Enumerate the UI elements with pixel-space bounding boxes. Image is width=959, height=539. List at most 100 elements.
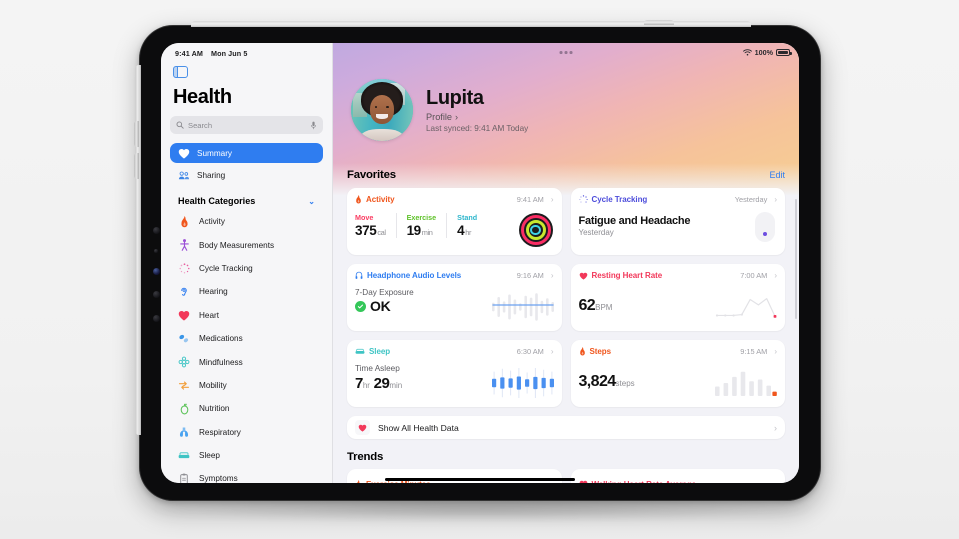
check-circle-icon <box>355 300 366 312</box>
sidebar-item-label-summary: Summary <box>197 148 233 158</box>
card-title-headphone-audio-levels: Headphone Audio Levels <box>367 271 462 280</box>
sidebar: 9:41 AM Mon Jun 5 Health Search Summary … <box>161 43 333 483</box>
show-all-label: Show All Health Data <box>378 422 459 433</box>
search-input[interactable]: Search <box>170 116 323 134</box>
sidebar-item-sleep[interactable]: Sleep <box>170 444 323 467</box>
scrollbar[interactable] <box>794 199 797 319</box>
steps-unit: steps <box>615 379 635 388</box>
card-time-cycle-tracking: Yesterday <box>734 195 768 204</box>
card-resting-heart-rate[interactable]: Resting Heart Rate 7:00 AM › 62BPM <box>570 264 785 331</box>
multitask-dots-icon[interactable] <box>559 51 573 54</box>
sidebar-item-nutrition[interactable]: Nutrition <box>170 397 323 420</box>
sidebar-item-respiratory[interactable]: Respiratory <box>170 421 323 444</box>
card-title-cycle-tracking: Cycle Tracking <box>591 195 648 204</box>
favorites-header: Favorites Edit <box>347 169 785 181</box>
content-scroll[interactable]: Favorites Edit Activity 9:41 AM › Move 3… <box>333 169 799 483</box>
camera-dot-2 <box>154 249 158 253</box>
main-pane: 100% Lupita Profile › Last synced: 9:41 … <box>333 43 799 483</box>
health-categories-list: Activity Body Measurements Cycle Tracking H… <box>170 210 323 483</box>
camera-dot-3 <box>153 291 160 298</box>
card-activity[interactable]: Activity 9:41 AM › Move 375cal Exercise … <box>347 188 562 255</box>
sidebar-item-medications[interactable]: Medications <box>170 327 323 350</box>
card-sleep[interactable]: Sleep 6:30 AM › Time Asleep 7hr 29min <box>347 340 562 407</box>
screenshot-root: 9:41 AM Mon Jun 5 Health Search Summary … <box>0 0 959 539</box>
metric-label-move: Move <box>355 213 374 222</box>
screen: 9:41 AM Mon Jun 5 Health Search Summary … <box>161 43 799 483</box>
heart-icon <box>355 420 370 435</box>
cycle-day-dot <box>763 232 767 236</box>
device-shadow <box>148 500 816 522</box>
sidebar-item-summary[interactable]: Summary <box>170 143 323 163</box>
favorites-grid: Activity 9:41 AM › Move 375cal Exercise … <box>347 188 785 407</box>
activity-rings <box>518 213 553 247</box>
steps-sparkline <box>715 371 777 396</box>
sleep-minutes-unit: min <box>389 381 403 390</box>
sidebar-category-label: Mindfulness <box>199 357 243 367</box>
wifi-icon <box>742 49 752 56</box>
metric-unit-move: cal <box>377 228 386 237</box>
microphone-icon[interactable] <box>310 121 317 130</box>
metric-exercise: Exercise 19min <box>407 213 448 238</box>
search-icon <box>176 121 184 129</box>
metric-label-stand: Stand <box>457 213 478 222</box>
people-icon <box>178 169 190 181</box>
card-time-headphone: 9:16 AM <box>516 271 544 280</box>
card-cycle-tracking[interactable]: Cycle Tracking Yesterday › Fatigue and H… <box>570 188 785 255</box>
home-indicator[interactable] <box>385 477 575 481</box>
flame-icon <box>355 479 362 483</box>
sidebar-item-body-measurements[interactable]: Body Measurements <box>170 233 323 256</box>
sidebar-item-activity[interactable]: Activity <box>170 210 323 233</box>
profile-section[interactable]: Lupita Profile › Last synced: 9:41 AM To… <box>351 79 528 141</box>
card-walking-heart-rate-average[interactable]: Walking Heart Rate Average › <box>570 469 785 483</box>
card-title-resting-heart-rate: Resting Heart Rate <box>591 271 663 280</box>
show-all-health-data-button[interactable]: Show All Health Data › <box>347 416 785 439</box>
power-button[interactable] <box>644 20 674 25</box>
volume-down-button[interactable] <box>134 153 139 179</box>
cycle-icon <box>578 195 588 204</box>
metric-value-exercise: 19 <box>406 223 422 238</box>
sidebar-category-label: Hearing <box>199 287 228 297</box>
edit-button[interactable]: Edit <box>769 170 785 180</box>
sidebar-category-label: Nutrition <box>199 404 230 414</box>
card-exercise-minutes[interactable]: Exercise Minutes › <box>347 469 562 483</box>
sidebar-category-label: Symptoms <box>199 474 238 483</box>
heart-icon <box>178 147 190 159</box>
sidebar-item-sharing[interactable]: Sharing <box>170 165 323 185</box>
steps-value: 3,824 <box>578 373 617 390</box>
card-title-steps: Steps <box>589 347 612 356</box>
trends-grid: Exercise Minutes › Walking Heart Rate Av… <box>347 469 785 483</box>
sidebar-category-label: Sleep <box>199 451 220 461</box>
sidebar-item-mindfulness[interactable]: Mindfulness <box>170 350 323 373</box>
clipboard-icon <box>178 473 190 483</box>
profile-name: Lupita <box>426 87 484 109</box>
sidebar-item-hearing[interactable]: Hearing <box>170 280 323 303</box>
status-date: Mon Jun 5 <box>211 49 248 58</box>
sidebar-item-cycle-tracking[interactable]: Cycle Tracking <box>170 257 323 280</box>
chevron-right-icon: › <box>550 195 554 204</box>
card-headphone-audio-levels[interactable]: Headphone Audio Levels 9:16 AM › 7-Day E… <box>347 264 562 331</box>
profile-link-label: Profile <box>426 112 453 122</box>
card-time-sleep: 6:30 AM <box>516 347 544 356</box>
sidebar-toggle-icon[interactable] <box>173 66 188 78</box>
sidebar-item-mobility[interactable]: Mobility <box>170 374 323 397</box>
avatar[interactable] <box>351 79 413 141</box>
sidebar-category-label: Activity <box>199 217 225 227</box>
volume-up-button[interactable] <box>134 121 139 147</box>
sleep-hours: 7 <box>355 375 363 392</box>
sidebar-category-label: Body Measurements <box>199 240 275 250</box>
sidebar-item-symptoms[interactable]: Symptoms <box>170 467 323 483</box>
rhr-unit: BPM <box>595 303 613 312</box>
health-categories-header[interactable]: Health Categories ⌄ <box>170 187 323 210</box>
bed-icon <box>355 348 365 355</box>
card-title-sleep: Sleep <box>369 347 391 356</box>
sidebar-category-label: Heart <box>199 310 220 320</box>
cycle-pill-indicator <box>755 212 775 242</box>
sidebar-category-label: Respiratory <box>199 427 241 437</box>
chevron-right-icon: › <box>774 271 777 280</box>
sidebar-item-heart[interactable]: Heart <box>170 304 323 327</box>
profile-link[interactable]: Profile › <box>426 112 528 122</box>
camera-lens <box>153 268 160 275</box>
chevron-down-icon[interactable]: ⌄ <box>308 197 315 206</box>
card-steps[interactable]: Steps 9:15 AM › 3,824steps <box>570 340 785 407</box>
sidebar-category-label: Medications <box>199 334 243 344</box>
